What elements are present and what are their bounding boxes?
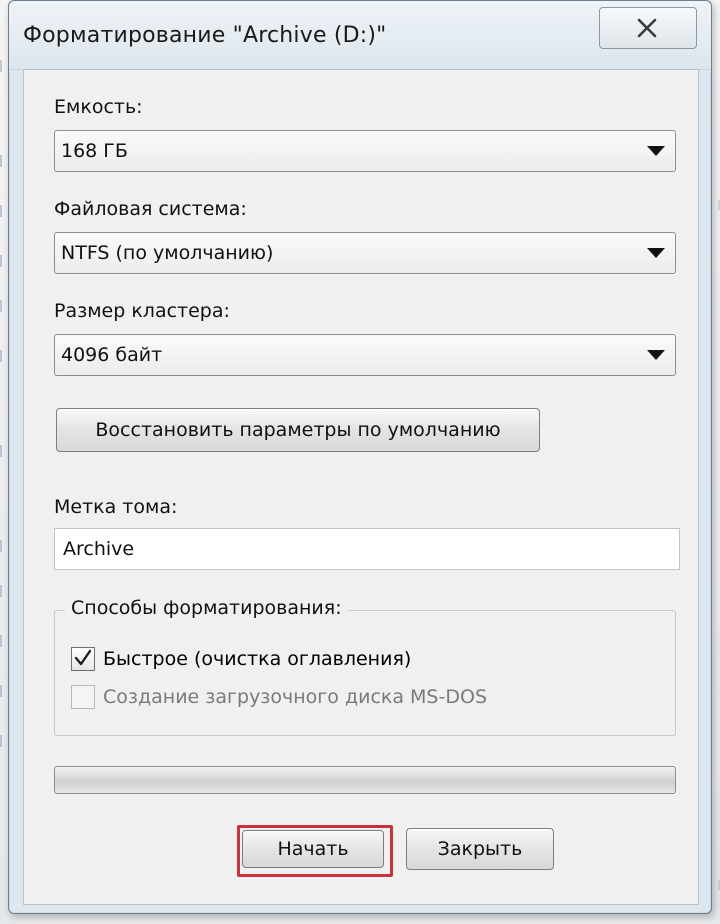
capacity-value: 168 ГБ [61,140,128,162]
chevron-down-icon [647,350,665,360]
chevron-down-icon [647,248,665,258]
chevron-down-icon [647,146,665,156]
restore-defaults-button[interactable]: Восстановить параметры по умолчанию [56,408,540,452]
title-bar[interactable]: Форматирование "Archive (D:)" [9,1,711,70]
format-progress-bar [54,766,676,794]
cluster-size-dropdown[interactable]: 4096 байт [54,334,676,376]
filesystem-label: Файловая система: [54,198,247,220]
volume-label-caption: Метка тома: [54,496,178,518]
close-button[interactable]: Закрыть [406,828,554,870]
capacity-dropdown[interactable]: 168 ГБ [54,130,676,172]
cluster-size-label: Размер кластера: [54,300,230,322]
quick-format-label[interactable]: Быстрое (очистка оглавления) [103,648,411,670]
format-options-group: Способы форматирования: Быстрое (очистка… [54,597,676,736]
msdos-boot-disk-label: Создание загрузочного диска MS-DOS [103,686,487,708]
format-dialog: Форматирование "Archive (D:)" Емкость: 1… [8,0,712,914]
close-icon [637,18,657,38]
format-options-title: Способы форматирования: [65,597,348,619]
msdos-boot-disk-checkbox [71,685,95,709]
dialog-title: Форматирование "Archive (D:)" [23,23,387,48]
volume-label-input[interactable] [54,528,680,570]
cluster-size-value: 4096 байт [61,344,163,366]
filesystem-value: NTFS (по умолчанию) [61,242,274,264]
filesystem-dropdown[interactable]: NTFS (по умолчанию) [54,232,676,274]
checkmark-icon [74,649,92,666]
start-button[interactable]: Начать [242,830,384,868]
capacity-label: Емкость: [54,96,143,118]
close-window-button[interactable] [599,7,697,49]
quick-format-checkbox[interactable] [71,647,95,671]
dialog-content: Емкость: 168 ГБ Файловая система: NTFS (… [23,69,699,905]
